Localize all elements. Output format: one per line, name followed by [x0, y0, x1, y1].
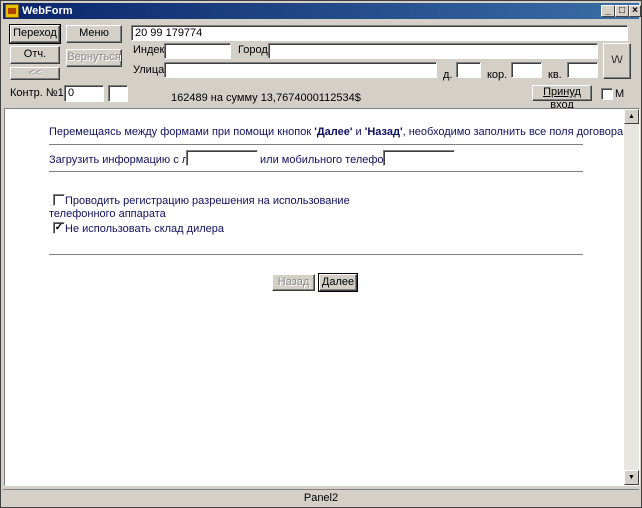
- city-field[interactable]: [268, 43, 598, 59]
- contract-number-field[interactable]: 0: [64, 85, 104, 102]
- scroll-down-icon[interactable]: ▼: [624, 470, 639, 485]
- return-button[interactable]: Вернуться: [66, 49, 122, 67]
- status-bar: Panel2: [3, 489, 639, 507]
- index-field[interactable]: [164, 43, 231, 59]
- register-permission-checkbox[interactable]: [53, 194, 65, 206]
- no-dealer-stock-checkbox[interactable]: ✓: [53, 222, 65, 234]
- report-button[interactable]: Отч.: [10, 46, 60, 64]
- app-window: WebForm _ □ × Переход Меню Отч. Вернутьс…: [0, 0, 642, 508]
- register-permission-label: Проводить регистрацию разрешения на испо…: [65, 195, 350, 207]
- accept-button[interactable]: Принуд вход: [532, 85, 592, 111]
- or-phone-label: или мобильного телефона: [260, 154, 396, 166]
- back-button[interactable]: Назад: [272, 274, 315, 291]
- building-label: кор.: [487, 69, 508, 81]
- balance-text: 162489 на сумму 13,7674000112534$: [171, 92, 361, 104]
- scroll-up-icon[interactable]: ▲: [624, 109, 639, 124]
- street-field[interactable]: [164, 62, 437, 78]
- transition-button[interactable]: Переход: [9, 24, 61, 44]
- window-title: WebForm: [22, 5, 73, 17]
- divider: [49, 171, 583, 172]
- main-content: Перемещаясь между формами при помощи кно…: [4, 108, 640, 486]
- building-field[interactable]: [511, 62, 542, 78]
- wave-button[interactable]: \/\/: [603, 43, 631, 79]
- contract-extra-field[interactable]: [108, 85, 128, 102]
- apartment-label: кв.: [548, 69, 562, 81]
- register-permission-label-line2: телефонного аппарата: [49, 208, 166, 220]
- vertical-scrollbar[interactable]: ▲ ▼: [624, 109, 639, 485]
- menu-button[interactable]: Меню: [66, 25, 122, 43]
- divider: [49, 254, 583, 255]
- phone-field[interactable]: [383, 150, 455, 166]
- house-label: д.: [443, 69, 453, 81]
- title-bar: WebForm _ □ ×: [3, 3, 641, 19]
- app-icon: [5, 4, 19, 18]
- close-icon[interactable]: ×: [629, 5, 641, 17]
- next-button[interactable]: Далее: [318, 273, 358, 292]
- back-arrow-button[interactable]: <<: [10, 67, 60, 80]
- instruction-text: Перемещаясь между формами при помощи кно…: [49, 126, 624, 138]
- city-label: Город: [238, 44, 268, 56]
- contract-label: Контр. №16: [10, 87, 70, 99]
- load-account-label: Загрузить информацию с л/с: [49, 154, 197, 166]
- account-field[interactable]: [186, 150, 258, 166]
- house-field[interactable]: [456, 62, 481, 78]
- m-checkbox-label: M: [615, 88, 625, 100]
- maximize-icon[interactable]: □: [615, 5, 629, 17]
- minimize-icon[interactable]: _: [601, 5, 615, 17]
- street-label: Улица: [133, 64, 165, 76]
- m-checkbox[interactable]: [601, 88, 613, 100]
- top-value-field[interactable]: 20 99 179774: [131, 25, 628, 41]
- apartment-field[interactable]: [567, 62, 598, 78]
- divider: [49, 144, 583, 145]
- status-panel-text: Panel2: [303, 492, 339, 504]
- no-dealer-stock-label: Не использовать склад дилера: [65, 223, 224, 235]
